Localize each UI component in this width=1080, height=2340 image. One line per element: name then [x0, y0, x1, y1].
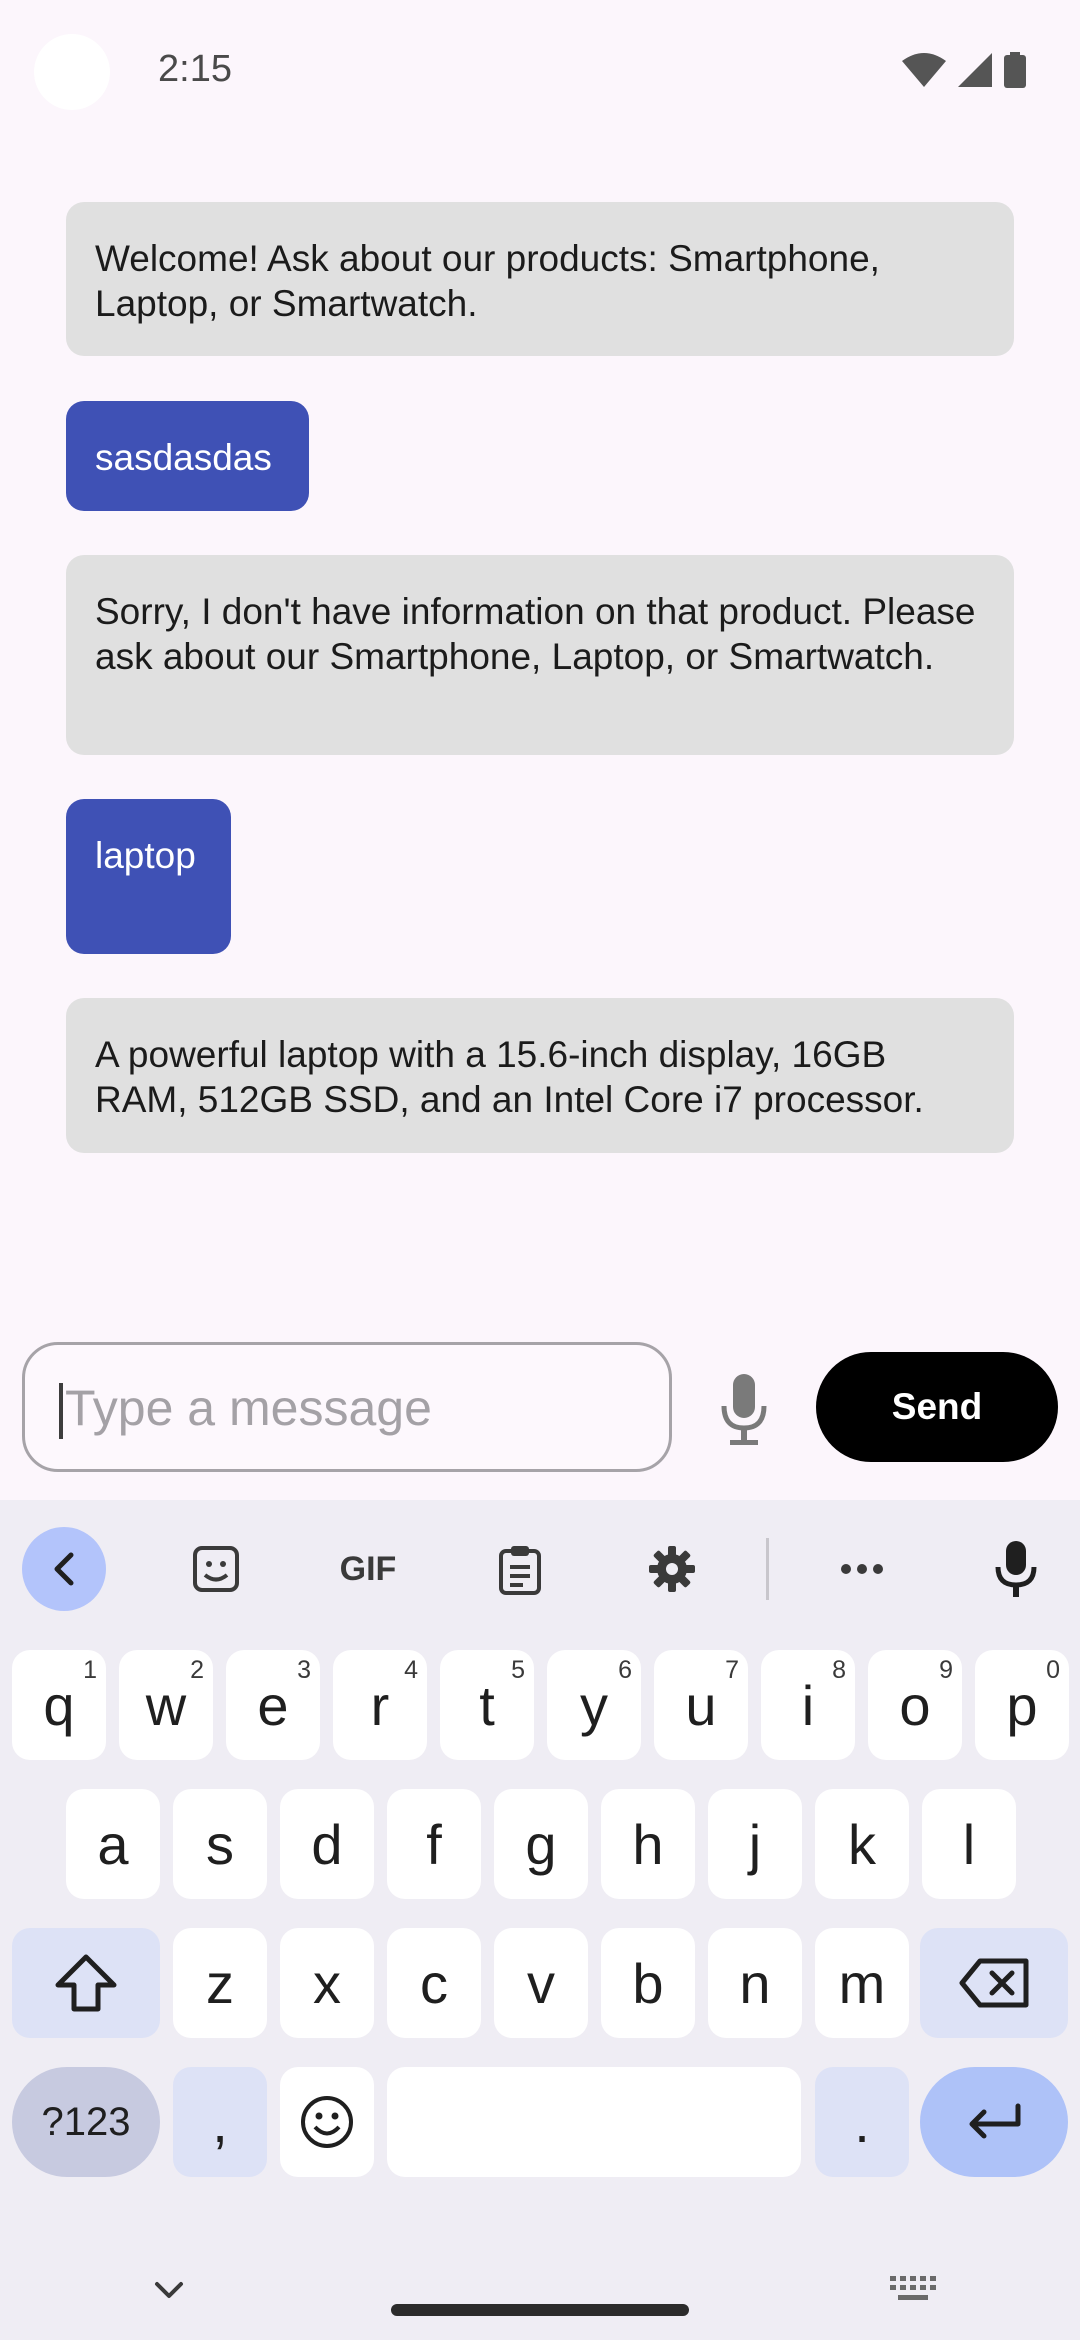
key-c[interactable]: c: [387, 1928, 481, 2038]
soft-keyboard: GIF q1 w2 e3 r4 t5 y6 u7 i8 o9 p0 a s d …: [0, 1500, 1080, 2340]
clipboard-button[interactable]: [478, 1527, 562, 1611]
status-bar: 2:15: [0, 0, 1080, 140]
key-n[interactable]: n: [708, 1928, 802, 2038]
user-message: sasdasdas: [66, 401, 309, 511]
bot-message: A powerful laptop with a 15.6-inch displ…: [66, 998, 1014, 1153]
key-w[interactable]: w2: [119, 1650, 213, 1760]
keyboard-icon: [890, 2276, 936, 2300]
key-j[interactable]: j: [708, 1789, 802, 1899]
key-u[interactable]: u7: [654, 1650, 748, 1760]
key-g[interactable]: g: [494, 1789, 588, 1899]
key-t[interactable]: t5: [440, 1650, 534, 1760]
keyboard-toolbar: GIF: [0, 1500, 1080, 1630]
key-e[interactable]: e3: [226, 1650, 320, 1760]
text-cursor: [59, 1383, 63, 1439]
key-s[interactable]: s: [173, 1789, 267, 1899]
key-p[interactable]: p0: [975, 1650, 1069, 1760]
microphone-icon: [721, 1374, 767, 1445]
comma-key[interactable]: ,: [173, 2067, 267, 2177]
clipboard-icon: [499, 1546, 541, 1595]
navigation-bar: [0, 2250, 1080, 2340]
home-indicator[interactable]: [391, 2304, 689, 2316]
message-placeholder: Type a message: [65, 1380, 432, 1436]
sticker-icon: [193, 1546, 239, 1592]
keyboard-switch-button[interactable]: [886, 2268, 940, 2308]
backspace-icon: [959, 1958, 1029, 2008]
settings-button[interactable]: [630, 1527, 714, 1611]
key-h[interactable]: h: [601, 1789, 695, 1899]
gif-label: GIF: [339, 1549, 397, 1588]
key-q[interactable]: q1: [12, 1650, 106, 1760]
enter-icon: [969, 2103, 1021, 2139]
shift-key[interactable]: [12, 1928, 160, 2038]
chevron-down-icon: [155, 2282, 183, 2298]
key-b[interactable]: b: [601, 1928, 695, 2038]
hide-keyboard-button[interactable]: [144, 2270, 194, 2310]
send-button[interactable]: Send: [816, 1352, 1058, 1462]
toolbar-divider: [766, 1538, 769, 1600]
enter-key[interactable]: [920, 2067, 1068, 2177]
bot-message: Welcome! Ask about our products: Smartph…: [66, 202, 1014, 356]
key-x[interactable]: x: [280, 1928, 374, 2038]
key-f[interactable]: f: [387, 1789, 481, 1899]
more-icon: [841, 1564, 883, 1574]
key-k[interactable]: k: [815, 1789, 909, 1899]
key-i[interactable]: i8: [761, 1650, 855, 1760]
emoji-icon: [301, 2096, 353, 2148]
status-time: 2:15: [158, 48, 232, 90]
keyboard-voice-button[interactable]: [974, 1527, 1058, 1611]
user-message: laptop: [66, 799, 231, 954]
wifi-icon: [902, 53, 946, 87]
battery-icon: [1004, 52, 1026, 88]
backspace-key[interactable]: [920, 1928, 1068, 2038]
emoji-key[interactable]: [280, 2067, 374, 2177]
sticker-button[interactable]: [174, 1527, 258, 1611]
key-a[interactable]: a: [66, 1789, 160, 1899]
keyboard-back-button[interactable]: [22, 1527, 106, 1611]
gif-button[interactable]: GIF: [326, 1527, 410, 1611]
period-key[interactable]: .: [815, 2067, 909, 2177]
chevron-left-icon: [54, 1552, 74, 1586]
voice-input-button[interactable]: [716, 1372, 772, 1446]
symbols-key[interactable]: ?123: [12, 2067, 160, 2177]
shift-icon: [55, 1954, 117, 2012]
gear-icon: [649, 1546, 695, 1592]
bot-message: Sorry, I don't have information on that …: [66, 555, 1014, 755]
key-d[interactable]: d: [280, 1789, 374, 1899]
space-key[interactable]: [387, 2067, 801, 2177]
key-o[interactable]: o9: [868, 1650, 962, 1760]
key-z[interactable]: z: [173, 1928, 267, 2038]
key-r[interactable]: r4: [333, 1650, 427, 1760]
more-button[interactable]: [820, 1527, 904, 1611]
key-y[interactable]: y6: [547, 1650, 641, 1760]
camera-cutout: [34, 34, 110, 110]
key-l[interactable]: l: [922, 1789, 1016, 1899]
key-m[interactable]: m: [815, 1928, 909, 2038]
status-icons: [902, 52, 1026, 88]
key-v[interactable]: v: [494, 1928, 588, 2038]
microphone-icon: [995, 1541, 1037, 1597]
signal-icon: [958, 53, 992, 87]
message-input[interactable]: Type a message: [22, 1342, 672, 1472]
